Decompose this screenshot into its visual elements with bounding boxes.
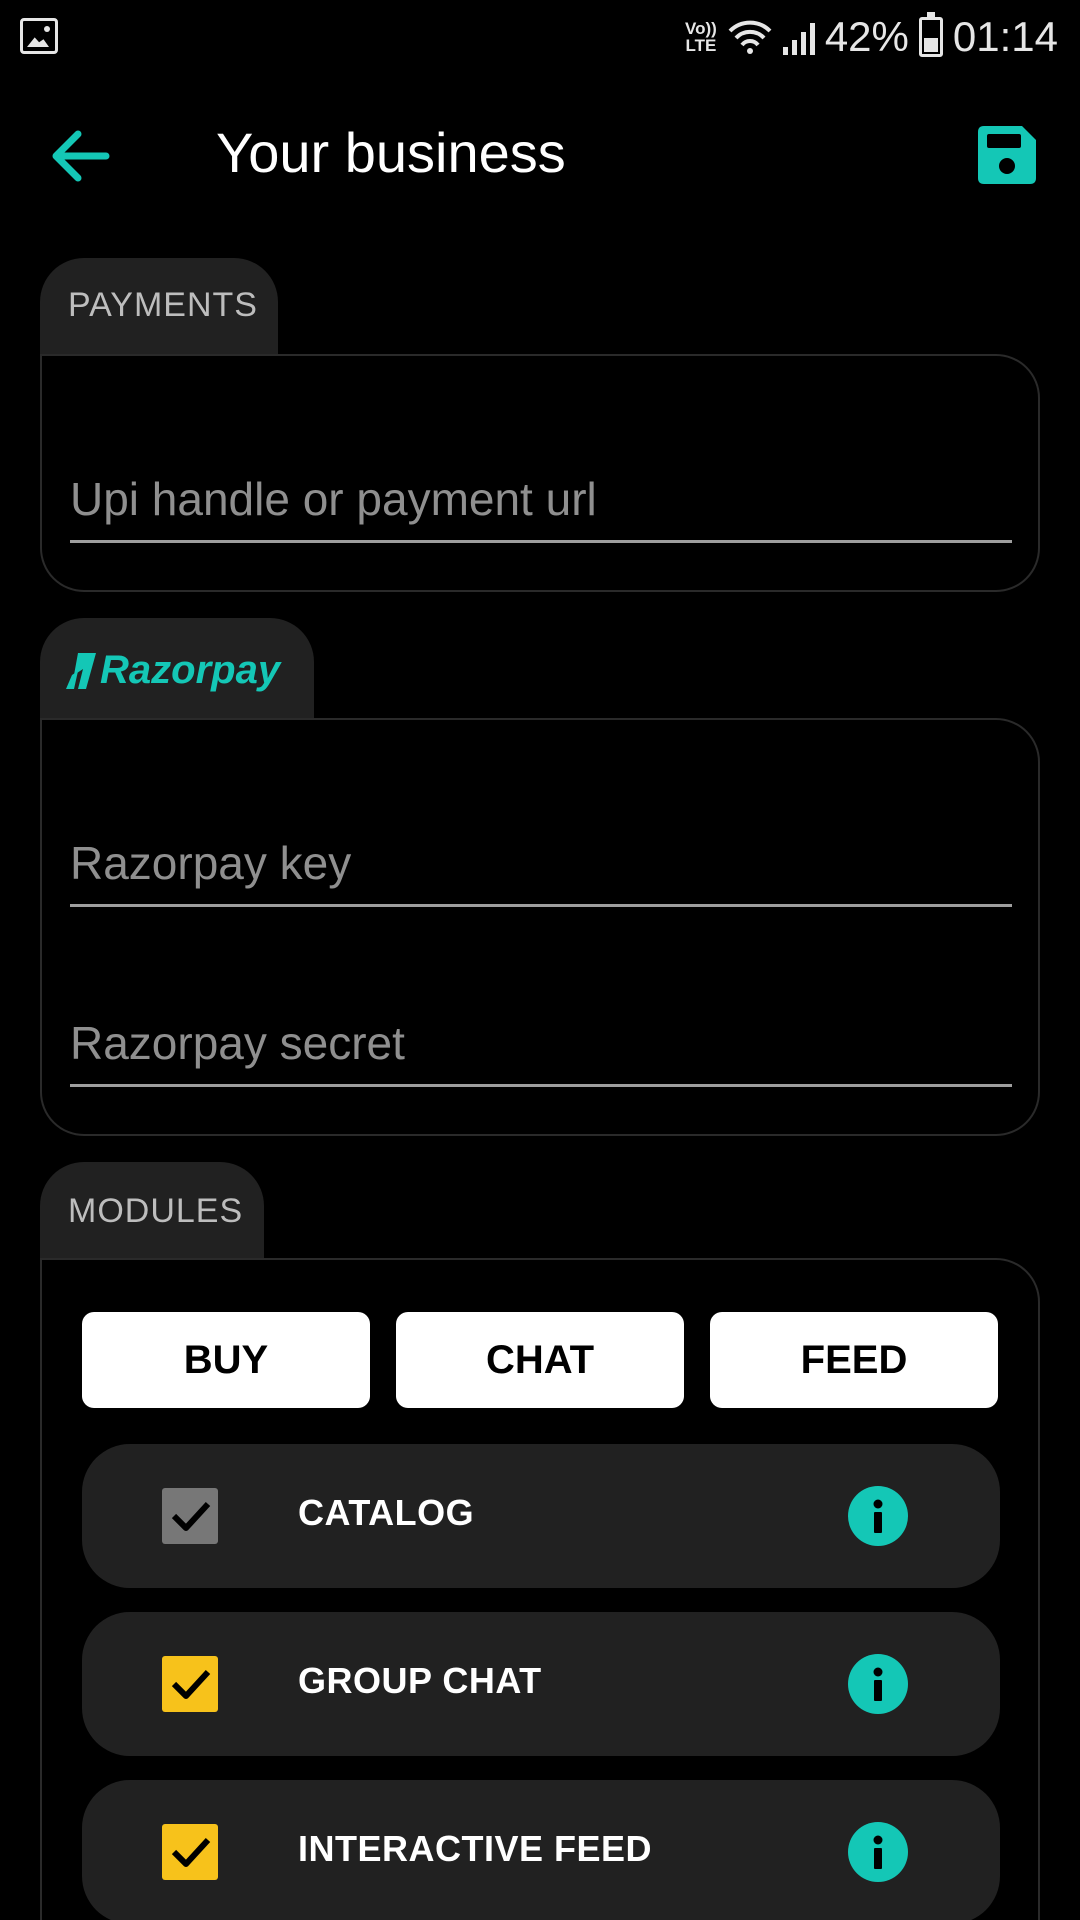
- signal-icon: [782, 19, 815, 55]
- razorpay-key-input[interactable]: [70, 836, 1012, 904]
- wifi-icon: [728, 20, 772, 54]
- interactive-feed-checkbox[interactable]: [162, 1824, 218, 1880]
- razorpay-key-field: [70, 836, 1012, 907]
- razorpay-tab: Razorpay: [40, 618, 314, 718]
- volte-indicator: Vo)) LTE: [685, 19, 717, 55]
- status-bar: Vo)) LTE 42% 01:14: [0, 0, 1080, 72]
- payments-tab-label: PAYMENTS: [68, 286, 258, 324]
- status-icons: Vo)) LTE 42% 01:14: [685, 12, 1058, 62]
- back-arrow-icon[interactable]: [48, 126, 112, 186]
- checkmark-icon: [171, 1501, 211, 1531]
- payments-tab: PAYMENTS: [40, 258, 278, 356]
- app-bar: Your business: [0, 100, 1080, 212]
- screen: Vo)) LTE 42% 01:14 Your business PAYMENT…: [0, 0, 1080, 1920]
- catalog-label: CATALOG: [298, 1492, 475, 1533]
- save-icon[interactable]: [978, 126, 1036, 184]
- info-icon[interactable]: [848, 1486, 908, 1546]
- razorpay-panel: [40, 718, 1040, 1136]
- razorpay-logo-text: Razorpay: [100, 648, 281, 692]
- gallery-notification-icon: [20, 18, 58, 54]
- razorpay-secret-input[interactable]: [70, 1016, 1012, 1084]
- info-icon[interactable]: [848, 1822, 908, 1882]
- razorpay-mark-icon: [66, 652, 96, 689]
- modules-tab: MODULES: [40, 1162, 264, 1260]
- buy-button[interactable]: BUY: [82, 1312, 370, 1408]
- chat-button[interactable]: CHAT: [396, 1312, 684, 1408]
- razorpay-secret-field: [70, 1016, 1012, 1087]
- page-title: Your business: [216, 121, 566, 184]
- module-card-interactive-feed: INTERACTIVE FEED: [82, 1780, 1000, 1920]
- feed-button[interactable]: FEED: [710, 1312, 998, 1408]
- checkmark-icon: [171, 1837, 211, 1867]
- module-card-group-chat: GROUP CHAT: [82, 1612, 1000, 1756]
- upi-input[interactable]: [70, 472, 1012, 540]
- razorpay-logo: Razorpay: [66, 648, 280, 693]
- battery-icon: [918, 12, 943, 57]
- group-chat-label: GROUP CHAT: [298, 1660, 542, 1701]
- interactive-feed-label: INTERACTIVE FEED: [298, 1828, 653, 1869]
- modules-tab-label: MODULES: [68, 1192, 244, 1230]
- group-chat-checkbox[interactable]: [162, 1656, 218, 1712]
- info-icon[interactable]: [848, 1654, 908, 1714]
- modules-panel: BUY CHAT FEED CATALOG GROUP CHAT INTERAC…: [40, 1258, 1040, 1920]
- battery-percent: 42%: [824, 13, 909, 60]
- checkmark-icon: [171, 1669, 211, 1699]
- payments-panel: [40, 354, 1040, 592]
- catalog-checkbox[interactable]: [162, 1488, 218, 1544]
- upi-field: [70, 472, 1012, 543]
- clock: 01:14: [952, 13, 1058, 60]
- module-card-catalog: CATALOG: [82, 1444, 1000, 1588]
